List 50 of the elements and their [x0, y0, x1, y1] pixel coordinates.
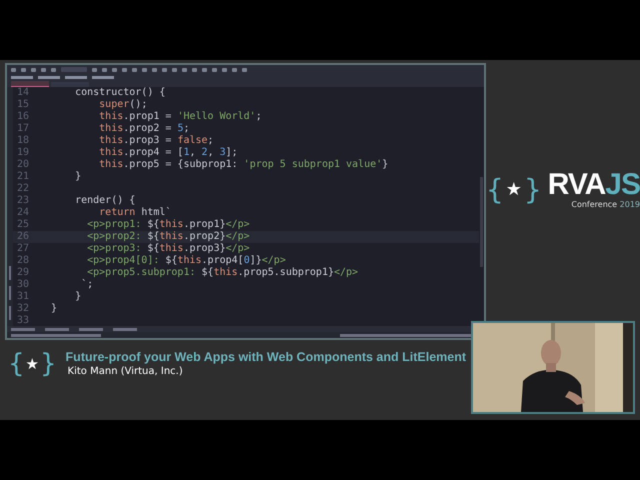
code-line: super(); — [98, 99, 148, 111]
line-number: 23 — [16, 195, 30, 207]
line-number: 30 — [16, 279, 30, 291]
line-number: 20 — [16, 159, 30, 171]
line-number: 24 — [16, 207, 30, 219]
line-number: 28 — [16, 255, 30, 267]
line-number: 18 — [16, 135, 30, 147]
line-number: 14 — [16, 87, 30, 99]
code-line: `; — [80, 279, 94, 291]
tool-window-button[interactable] — [45, 328, 69, 330]
code-line: <p>prop4[0]: ${this.prop4[0]}</p> — [86, 255, 286, 267]
line-number: 17 — [16, 123, 30, 135]
code-line: } — [50, 303, 58, 315]
logo-mark: {★} — [486, 176, 542, 204]
line-number: 21 — [16, 171, 30, 183]
code-line: } — [74, 291, 82, 303]
code-line: render() { — [74, 195, 136, 207]
code-line: this.prop3 = false; — [98, 135, 214, 147]
line-number: 25 — [16, 219, 30, 231]
logo-mark: {★} — [8, 351, 57, 377]
line-number: 27 — [16, 243, 30, 255]
line-number: 26 — [16, 231, 30, 243]
tool-window-button[interactable] — [79, 328, 103, 330]
line-number: 16 — [16, 111, 30, 123]
code-line: return html` — [98, 207, 172, 219]
speaker-name: Kito Mann (Virtua, Inc.) — [66, 366, 184, 377]
code-line: this.prop4 = [1, 2, 3]; — [98, 147, 238, 159]
editor-tab[interactable] — [11, 81, 49, 87]
tool-window-button[interactable] — [113, 328, 137, 330]
line-number: 15 — [16, 99, 30, 111]
code-line: this.prop5 = {subprop1: 'prop 5 subprop1 value'} — [98, 159, 388, 171]
line-number: 22 — [16, 183, 30, 195]
conference-label: Conference 2019 — [571, 200, 640, 209]
code-line: <p>prop5.subprop1: ${this.prop5.subprop1}</p> — [86, 267, 358, 279]
code-line: <p>prop2: ${this.prop2}</p> — [86, 231, 250, 243]
code-line: constructor() { — [74, 87, 166, 99]
conference-name: RVAJS — [548, 170, 640, 200]
code-line: this.prop1 = 'Hello World'; — [98, 111, 262, 123]
tool-window-button[interactable] — [11, 328, 35, 330]
line-number: 32 — [16, 303, 30, 315]
line-number: 19 — [16, 147, 30, 159]
line-number: 31 — [16, 291, 30, 303]
code-line: <p>prop3: ${this.prop3}</p> — [86, 243, 250, 255]
code-line: this.prop2 = 5; — [98, 123, 190, 135]
line-number: 33 — [16, 315, 30, 326]
line-number: 29 — [16, 267, 30, 279]
code-line: } — [74, 171, 82, 183]
code-line: <p>prop1: ${this.prop1}</p> — [86, 219, 250, 231]
talk-title: Future-proof your Web Apps with Web Components and LitElement — [66, 350, 466, 364]
scrollbar-thumb[interactable] — [480, 177, 483, 267]
